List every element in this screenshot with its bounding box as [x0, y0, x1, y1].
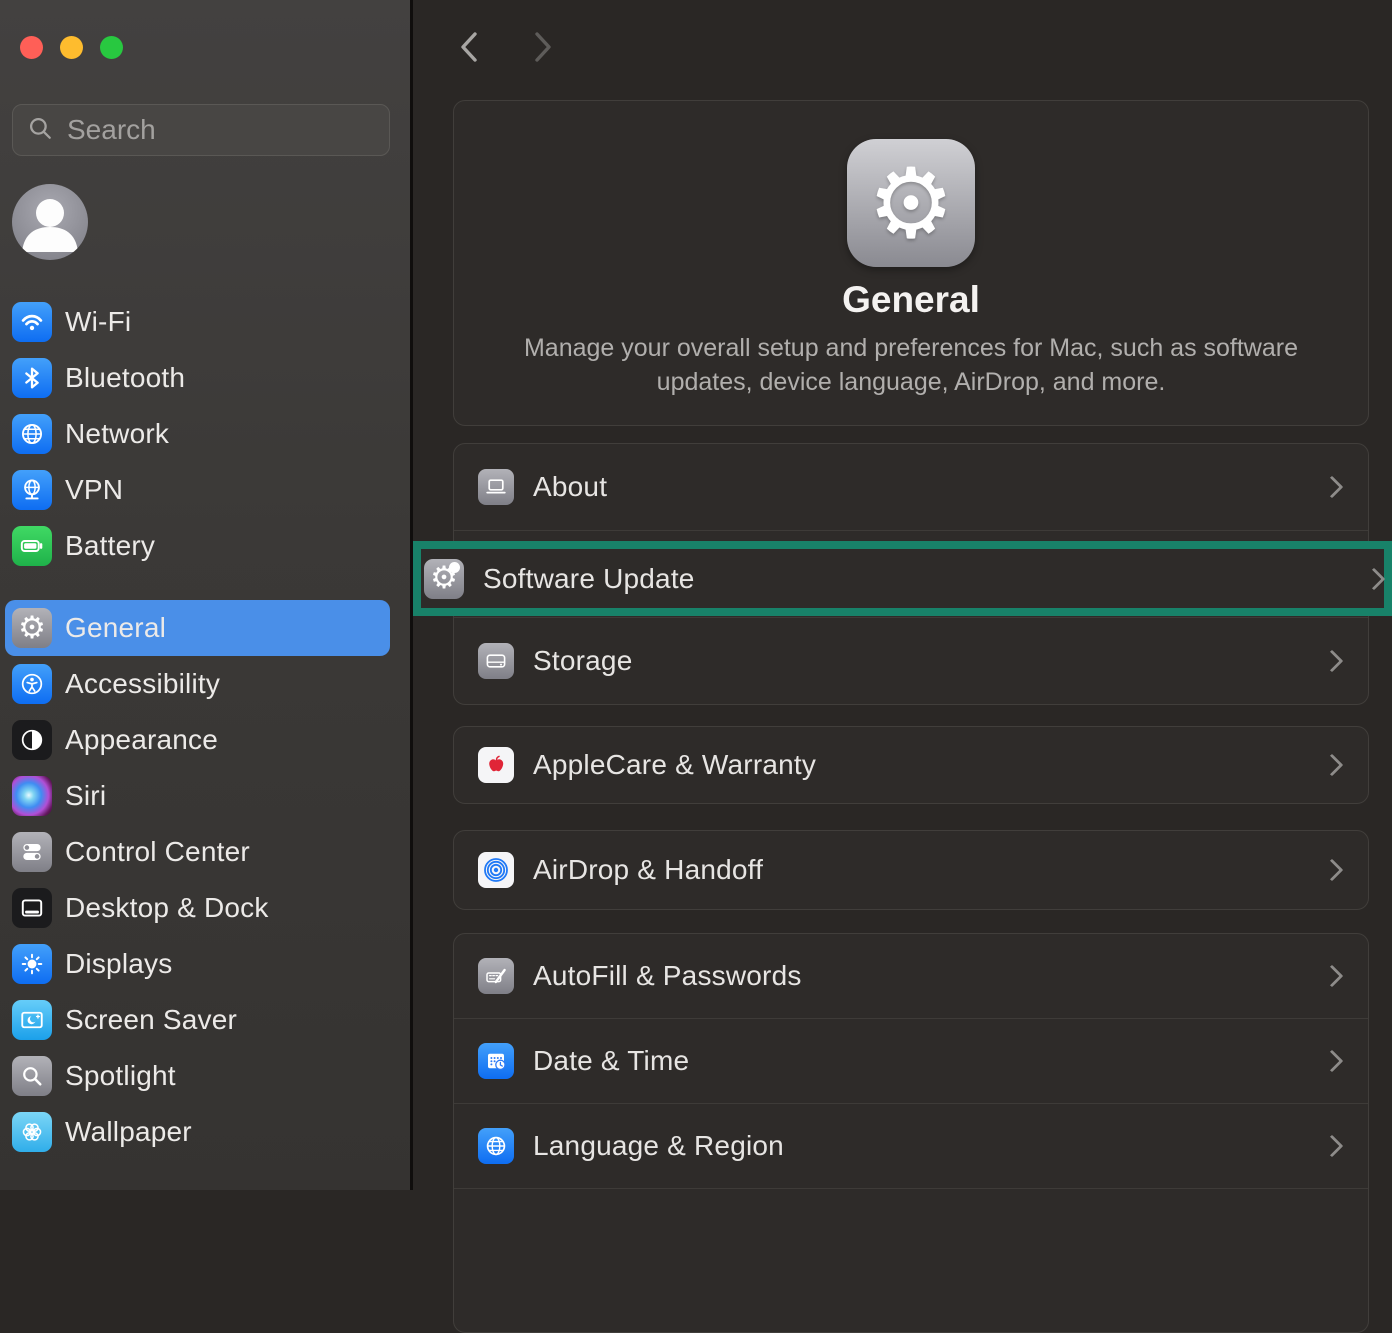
row-applecare-warranty[interactable]: AppleCare & Warranty	[454, 727, 1368, 803]
sidebar-item-label: Appearance	[65, 724, 218, 756]
sidebar: Wi-Fi Bluetooth Network VPN Battery ⚙ General A…	[0, 0, 413, 1190]
sidebar-item-vpn[interactable]: VPN	[5, 462, 390, 518]
sidebar-item-label: VPN	[65, 474, 123, 506]
sidebar-item-displays[interactable]: Displays	[5, 936, 390, 992]
row-language-region[interactable]: Language & Region	[454, 1103, 1368, 1188]
row-airdrop-handoff[interactable]: AirDrop & Handoff	[454, 831, 1368, 909]
sidebar-item-label: Wallpaper	[65, 1116, 192, 1148]
software-update-gear-icon: ⚙	[424, 559, 464, 599]
row-label: AppleCare & Warranty	[533, 749, 816, 781]
search-icon	[27, 115, 53, 146]
sidebar-item-label: General	[65, 612, 166, 644]
row-label: Language & Region	[533, 1130, 784, 1162]
sidebar-nav: Wi-Fi Bluetooth Network VPN Battery ⚙ General A…	[5, 294, 390, 1160]
row-ghost	[454, 1188, 1368, 1273]
sidebar-item-label: Accessibility	[65, 668, 220, 700]
gear-icon: ⚙	[12, 608, 52, 648]
storage-drive-icon	[478, 643, 514, 679]
sidebar-item-label: Network	[65, 418, 169, 450]
row-label: Storage	[533, 645, 632, 677]
general-header-card: ⚙ General Manage your overall setup and …	[453, 100, 1369, 426]
chevron-right-icon	[1321, 754, 1344, 777]
chevron-right-icon	[1321, 1135, 1344, 1158]
sidebar-item-label: Screen Saver	[65, 1004, 237, 1036]
minimize-window-button[interactable]	[60, 36, 83, 59]
row-date-time[interactable]: Date & Time	[454, 1018, 1368, 1103]
displays-sun-icon	[12, 944, 52, 984]
sidebar-item-general[interactable]: ⚙ General	[5, 600, 390, 656]
row-label: AutoFill & Passwords	[533, 960, 802, 992]
sidebar-item-label: Displays	[65, 948, 172, 980]
row-storage[interactable]: Storage	[454, 617, 1368, 704]
chevron-right-icon	[1321, 650, 1344, 673]
window-controls	[20, 36, 123, 59]
main-panel: ⚙ General Manage your overall setup and …	[413, 0, 1392, 1190]
settings-group-card: AirDrop & Handoff	[453, 830, 1369, 910]
chevron-right-icon	[1321, 1050, 1344, 1073]
row-label: AirDrop & Handoff	[533, 854, 763, 886]
sidebar-item-label: Wi-Fi	[65, 306, 131, 338]
row-label: Date & Time	[533, 1045, 689, 1077]
chevron-right-icon	[1363, 567, 1386, 590]
sidebar-item-desktop-dock[interactable]: Desktop & Dock	[5, 880, 390, 936]
wallpaper-flower-icon	[12, 1112, 52, 1152]
network-globe-icon	[12, 414, 52, 454]
forward-button	[532, 31, 554, 68]
sidebar-item-bluetooth[interactable]: Bluetooth	[5, 350, 390, 406]
sidebar-item-label: Siri	[65, 780, 106, 812]
annotation-highlight-box: ⚙ Software Update	[413, 541, 1392, 616]
user-avatar[interactable]	[12, 184, 88, 260]
sidebar-item-label: Battery	[65, 530, 155, 562]
appearance-contrast-icon	[12, 720, 52, 760]
desktop-dock-window-icon	[12, 888, 52, 928]
row-software-update-highlighted[interactable]: ⚙ Software Update	[421, 549, 1384, 608]
settings-group-card: AutoFill & Passwords Date & Time Language …	[453, 933, 1369, 1333]
language-globe-icon	[478, 1128, 514, 1164]
zoom-window-button[interactable]	[100, 36, 123, 59]
sidebar-item-label: Desktop & Dock	[65, 892, 269, 924]
chevron-right-icon	[1321, 859, 1344, 882]
general-gear-icon: ⚙	[847, 139, 975, 267]
sidebar-item-label: Control Center	[65, 836, 250, 868]
sidebar-item-label: Spotlight	[65, 1060, 176, 1092]
chevron-right-icon	[1321, 476, 1344, 499]
screensaver-moon-icon	[12, 1000, 52, 1040]
search-input[interactable]	[65, 113, 375, 147]
battery-icon	[12, 526, 52, 566]
sidebar-item-siri[interactable]: Siri	[5, 768, 390, 824]
sidebar-item-accessibility[interactable]: Accessibility	[5, 656, 390, 712]
spotlight-magnifier-icon	[12, 1056, 52, 1096]
page-description: Manage your overall setup and preference…	[505, 331, 1317, 399]
sidebar-item-battery[interactable]: Battery	[5, 518, 390, 574]
airdrop-waves-icon	[478, 852, 514, 888]
search-field[interactable]	[12, 104, 390, 156]
autofill-keyboard-icon	[478, 958, 514, 994]
date-time-calendar-icon	[478, 1043, 514, 1079]
chevron-right-icon	[1321, 965, 1344, 988]
siri-orb-icon	[12, 776, 52, 816]
sidebar-item-control-center[interactable]: Control Center	[5, 824, 390, 880]
sidebar-item-spotlight[interactable]: Spotlight	[5, 1048, 390, 1104]
sidebar-item-label: Bluetooth	[65, 362, 185, 394]
row-label: Software Update	[483, 563, 695, 595]
bluetooth-icon	[12, 358, 52, 398]
back-button[interactable]	[458, 31, 480, 68]
settings-group-card: AppleCare & Warranty	[453, 726, 1369, 804]
about-laptop-icon	[478, 469, 514, 505]
sidebar-item-screen-saver[interactable]: Screen Saver	[5, 992, 390, 1048]
close-window-button[interactable]	[20, 36, 43, 59]
accessibility-icon	[12, 664, 52, 704]
sidebar-item-appearance[interactable]: Appearance	[5, 712, 390, 768]
vpn-globe-icon	[12, 470, 52, 510]
wifi-icon	[12, 302, 52, 342]
row-about[interactable]: About	[454, 444, 1368, 530]
row-label: About	[533, 471, 607, 503]
row-autofill-passwords[interactable]: AutoFill & Passwords	[454, 934, 1368, 1018]
sidebar-item-network[interactable]: Network	[5, 406, 390, 462]
sidebar-item-wallpaper[interactable]: Wallpaper	[5, 1104, 390, 1160]
sidebar-item-wi-fi[interactable]: Wi-Fi	[5, 294, 390, 350]
control-center-toggles-icon	[12, 832, 52, 872]
page-title: General	[454, 279, 1368, 321]
apple-logo-icon	[478, 747, 514, 783]
